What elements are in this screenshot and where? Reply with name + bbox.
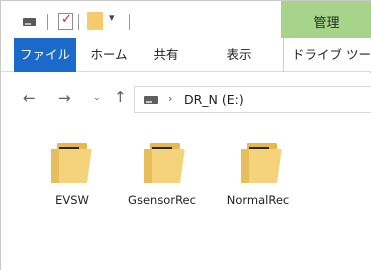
tab-drive-tools[interactable]: ドライブ ツール: [283, 38, 371, 96]
customize-toolbar-dropdown[interactable]: ▾: [109, 11, 115, 24]
tab-share[interactable]: 共有: [146, 38, 186, 72]
navigation-bar: ← → ⌄ ↑ › DR_N (E:): [1, 73, 371, 125]
quick-access-toolbar: ✓ ▾ 管理: [1, 1, 371, 38]
forward-arrow-icon[interactable]: →: [58, 89, 71, 107]
drive-icon: [144, 96, 158, 104]
back-arrow-icon[interactable]: ←: [23, 89, 36, 107]
breadcrumb-chevron-icon[interactable]: ›: [168, 92, 172, 105]
address-bar[interactable]: › DR_N (E:): [134, 86, 371, 113]
contextual-tab-label: 管理: [313, 16, 340, 31]
folder-icon: [241, 143, 282, 183]
folder-item[interactable]: EVSW: [27, 135, 117, 219]
file-list: EVSW GsensorRec NormalRec: [1, 125, 371, 270]
folder-item[interactable]: GsensorRec: [117, 135, 207, 219]
folder-name: EVSW: [55, 193, 89, 207]
folder-item[interactable]: NormalRec: [213, 135, 303, 219]
folder-icon: [51, 143, 92, 183]
tab-view[interactable]: 表示: [217, 38, 261, 72]
folder-name: GsensorRec: [128, 193, 196, 207]
toolbar-divider: [47, 14, 48, 30]
explorer-window: ✓ ▾ 管理 ファイル ホーム 共有 表示 ドライブ ツール ← → ⌄ ↑ ›…: [0, 0, 371, 270]
recent-locations-chevron-icon[interactable]: ⌄: [93, 93, 101, 103]
properties-icon[interactable]: ✓: [58, 12, 73, 30]
toolbar-divider: [129, 14, 130, 30]
toolbar-divider: [78, 14, 79, 30]
ribbon-tabs: ファイル ホーム 共有 表示 ドライブ ツール: [1, 38, 371, 96]
new-folder-icon[interactable]: [87, 12, 103, 30]
breadcrumb-drive[interactable]: DR_N (E:): [184, 92, 244, 107]
folder-icon: [144, 143, 185, 183]
up-arrow-icon[interactable]: ↑: [114, 88, 127, 106]
drive-icon[interactable]: [23, 18, 36, 26]
checkmark-icon: ✓: [61, 12, 72, 27]
contextual-tab-manage[interactable]: 管理: [281, 1, 371, 38]
tab-home[interactable]: ホーム: [83, 38, 135, 72]
tab-file[interactable]: ファイル: [14, 38, 76, 72]
folder-name: NormalRec: [226, 193, 290, 207]
